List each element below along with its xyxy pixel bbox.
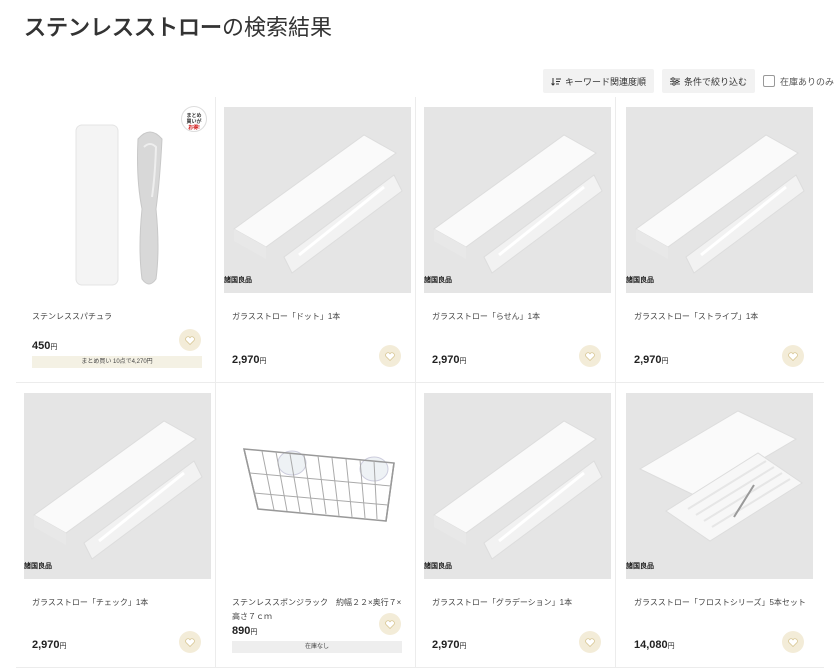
filter-sliders-icon <box>669 76 680 86</box>
product-name[interactable]: ガラスストロー「グラデーション」1本 <box>432 596 608 610</box>
brand-label: 諸国良品 <box>626 277 654 284</box>
heart-icon <box>585 637 595 647</box>
product-price: 450円 <box>32 340 58 352</box>
product-name[interactable]: ガラスストロー「フロストシリーズ」5本セット <box>634 596 810 610</box>
glass-straw-set-box-illustration <box>638 410 803 542</box>
product-image[interactable] <box>24 107 211 293</box>
product-image[interactable] <box>224 393 411 579</box>
product-card[interactable]: 諸国良品 ガラスストロー「チェック」1本 2,970円 <box>16 383 216 668</box>
product-price: 2,970円 <box>432 639 467 651</box>
page-title: ステンレスストローの検索結果 <box>24 10 332 42</box>
favorite-button[interactable] <box>179 631 201 653</box>
product-image[interactable] <box>224 107 411 293</box>
heart-icon <box>385 351 395 361</box>
product-card[interactable]: ステンレススポンジラック 約幅２２×奥行７×高さ７ｃｍ 890円 在庫なし <box>216 383 416 668</box>
glass-straw-box-illustration <box>233 134 403 274</box>
favorite-button[interactable] <box>179 329 201 351</box>
filter-button[interactable]: 条件で絞り込む <box>661 69 755 93</box>
heart-icon <box>585 351 595 361</box>
product-image[interactable] <box>424 393 611 579</box>
favorite-button[interactable] <box>379 613 401 635</box>
favorite-button[interactable] <box>379 345 401 367</box>
title-suffix: の検索結果 <box>222 15 333 40</box>
product-name[interactable]: ステンレススパチュラ <box>32 310 208 324</box>
brand-label: 諸国良品 <box>626 563 654 570</box>
favorite-button[interactable] <box>579 631 601 653</box>
sort-button[interactable]: キーワード関連度順 <box>542 69 654 93</box>
toolbar: キーワード関連度順 条件で絞り込む 在庫ありのみ <box>542 69 834 93</box>
heart-icon <box>788 351 798 361</box>
out-of-stock-note: 在庫なし <box>232 641 402 653</box>
favorite-button[interactable] <box>579 345 601 367</box>
product-card[interactable]: まとめ 買いが お得! ステンレススパチュラ 450円 まとめ買い 10点で4,… <box>16 97 216 383</box>
product-image[interactable] <box>424 107 611 293</box>
product-name[interactable]: ガラスストロー「チェック」1本 <box>32 596 208 610</box>
glass-straw-box-illustration <box>635 134 805 274</box>
product-card[interactable]: 諸国良品 ガラスストロー「ストライプ」1本 2,970円 <box>616 97 824 383</box>
brand-label: 諸国良品 <box>224 277 252 284</box>
favorite-button[interactable] <box>782 345 804 367</box>
search-keyword: ステンレスストロー <box>24 15 223 40</box>
glass-straw-box-illustration <box>433 134 603 274</box>
product-price: 2,970円 <box>634 354 669 366</box>
bulk-deal-badge: まとめ 買いが お得! <box>181 106 207 132</box>
favorite-button[interactable] <box>782 631 804 653</box>
brand-label: 諸国良品 <box>424 277 452 284</box>
product-price: 2,970円 <box>32 639 67 651</box>
product-card[interactable]: 諸国良品 ガラスストロー「フロストシリーズ」5本セット 14,080円 <box>616 383 824 668</box>
product-card[interactable]: 諸国良品 ガラスストロー「らせん」1本 2,970円 <box>416 97 616 383</box>
heart-icon <box>185 637 195 647</box>
heart-icon <box>385 619 395 629</box>
filter-label: 条件で絞り込む <box>683 76 747 87</box>
product-image[interactable] <box>626 107 813 293</box>
product-price: 2,970円 <box>432 354 467 366</box>
product-price: 2,970円 <box>232 354 267 366</box>
in-stock-label: 在庫ありのみ <box>779 76 834 87</box>
product-grid: まとめ 買いが お得! ステンレススパチュラ 450円 まとめ買い 10点で4,… <box>16 97 834 668</box>
product-card[interactable]: 諸国良品 ガラスストロー「グラデーション」1本 2,970円 <box>416 383 616 668</box>
sponge-rack-illustration <box>243 448 395 522</box>
glass-straw-box-illustration <box>33 420 203 560</box>
product-image[interactable] <box>24 393 211 579</box>
product-image[interactable] <box>626 393 813 579</box>
product-price: 890円 <box>232 625 258 637</box>
product-name[interactable]: ガラスストロー「らせん」1本 <box>432 310 608 324</box>
in-stock-filter[interactable]: 在庫ありのみ <box>762 75 834 88</box>
brand-label: 諸国良品 <box>24 563 52 570</box>
product-name[interactable]: ガラスストロー「ドット」1本 <box>232 310 408 324</box>
bulk-price-note: まとめ買い 10点で4,270円 <box>32 356 202 368</box>
product-card[interactable]: 諸国良品 ガラスストロー「ドット」1本 2,970円 <box>216 97 416 383</box>
heart-icon <box>185 335 195 345</box>
product-name[interactable]: ガラスストロー「ストライプ」1本 <box>634 310 810 324</box>
heart-icon <box>788 637 798 647</box>
sort-label: キーワード関連度順 <box>564 76 646 87</box>
glass-straw-box-illustration <box>433 420 603 560</box>
product-price: 14,080円 <box>634 639 675 651</box>
sort-icon <box>551 77 561 86</box>
brand-label: 諸国良品 <box>424 563 452 570</box>
spatula-illustration <box>75 124 163 286</box>
in-stock-checkbox[interactable] <box>762 75 775 87</box>
